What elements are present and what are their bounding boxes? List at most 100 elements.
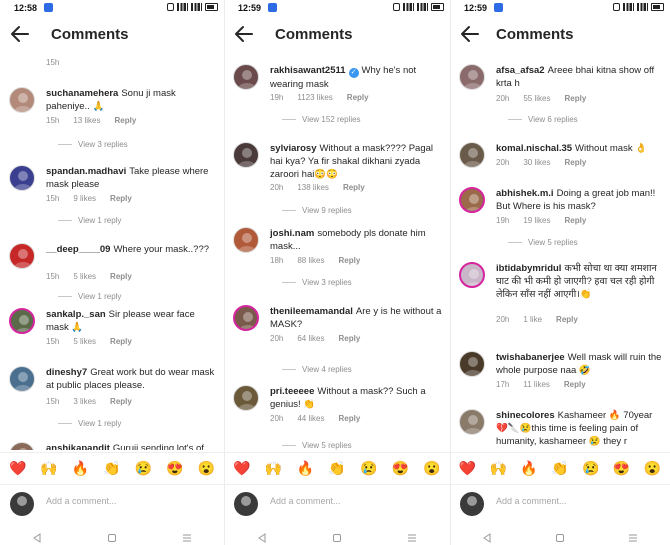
reply-button[interactable]: Reply [338,414,360,423]
view-replies-link[interactable]: View 152 replies [282,115,361,124]
comment-likes[interactable]: 138 likes [297,183,329,192]
comment-username[interactable]: anshikapandit [46,443,110,450]
comment-likes[interactable]: 13 likes [73,116,100,125]
emoji-button[interactable]: 🙌 [490,461,507,475]
comment-username[interactable]: suchanamehera [46,88,118,99]
emoji-button[interactable]: 🙌 [40,461,57,475]
comment-username[interactable]: pri.teeeee [270,386,314,397]
avatar[interactable] [9,243,35,269]
emoji-button[interactable]: ❤️ [233,461,250,475]
view-replies-link[interactable]: View 1 reply [58,292,121,301]
comment-username[interactable]: komal.nischal.35 [496,143,572,154]
comment-username[interactable]: twishabanerjee [496,352,565,363]
nav-recents-icon[interactable] [628,530,638,541]
comment-likes[interactable]: 1 like [523,315,542,324]
nav-recents-icon[interactable] [407,530,417,541]
reply-button[interactable]: Reply [338,334,360,343]
comment-likes[interactable]: 88 likes [297,256,324,265]
view-replies-link[interactable]: View 3 replies [58,140,128,149]
add-comment-input[interactable] [46,496,206,506]
reply-button[interactable]: Reply [556,315,578,324]
emoji-button[interactable]: 😍 [392,461,409,475]
add-comment-input[interactable] [270,496,430,506]
reply-button[interactable]: Reply [564,94,586,103]
reply-button[interactable]: Reply [564,158,586,167]
emoji-button[interactable]: 😮 [198,461,215,475]
comments-list[interactable]: 15h suchanamehera Sonu ji mask paheniye.. … [0,55,224,450]
comment-username[interactable]: joshi.nam [270,228,314,239]
comment-likes[interactable]: 19 likes [523,216,550,225]
avatar[interactable] [233,227,259,253]
reply-button[interactable]: Reply [347,93,369,102]
comment-likes[interactable]: 30 likes [523,158,550,167]
avatar[interactable] [233,305,259,331]
emoji-button[interactable]: 😢 [135,461,152,475]
comment-username[interactable]: sylviarosy [270,143,316,154]
back-arrow-icon[interactable] [234,25,254,43]
view-replies-link[interactable]: View 9 replies [282,206,352,215]
emoji-button[interactable]: 😢 [582,461,599,475]
avatar[interactable] [459,351,485,377]
emoji-button[interactable]: 🔥 [72,461,89,475]
emoji-button[interactable]: 😍 [613,461,630,475]
view-replies-link[interactable]: View 3 replies [282,278,352,287]
reply-button[interactable]: Reply [110,397,132,406]
emoji-button[interactable]: 😮 [423,461,440,475]
emoji-button[interactable]: 😢 [360,461,377,475]
comment-username[interactable]: ibtidabymridul [496,263,561,274]
comment-username[interactable]: abhishek.m.i [496,188,554,199]
comment-username[interactable]: rakhisawant2511 [270,65,346,76]
reply-button[interactable]: Reply [343,183,365,192]
back-arrow-icon[interactable] [460,25,480,43]
view-replies-link[interactable]: View 1 reply [58,216,121,225]
avatar[interactable] [9,165,35,191]
comments-list[interactable]: afsa_afsa2 Areee bhai kitna show off krta… [450,55,670,450]
avatar[interactable] [459,409,485,435]
reply-button[interactable]: Reply [110,194,132,203]
comment-likes[interactable]: 55 likes [523,94,550,103]
view-replies-link[interactable]: View 5 replies [508,238,578,247]
emoji-button[interactable]: 😍 [166,461,183,475]
avatar[interactable] [459,142,485,168]
comment-username[interactable]: thenileemamandal [270,306,353,317]
reply-button[interactable]: Reply [338,256,360,265]
comment-likes[interactable]: 5 likes [73,272,96,281]
comment-username[interactable]: afsa_afsa2 [496,65,545,76]
comment-username[interactable]: spandan.madhavi [46,166,126,177]
emoji-button[interactable]: 🙌 [265,461,282,475]
add-comment-input[interactable] [496,496,656,506]
back-arrow-icon[interactable] [10,25,30,43]
avatar[interactable] [9,87,35,113]
avatar[interactable] [459,262,485,288]
nav-back-icon[interactable] [257,530,267,543]
view-replies-link[interactable]: View 6 replies [508,115,578,124]
comment-likes[interactable]: 1123 likes [297,93,332,102]
emoji-button[interactable]: 👏 [328,461,345,475]
nav-recents-icon[interactable] [182,530,192,541]
emoji-button[interactable]: 👏 [103,461,120,475]
comments-list[interactable]: rakhisawant2511 ✓ Why he's not wearing mas… [224,55,450,450]
emoji-button[interactable]: ❤️ [459,461,476,475]
reply-button[interactable]: Reply [110,272,132,281]
nav-back-icon[interactable] [32,530,42,543]
avatar[interactable] [233,142,259,168]
emoji-button[interactable]: 😮 [644,461,661,475]
view-replies-link[interactable]: View 1 reply [58,419,121,428]
avatar[interactable] [459,187,485,213]
nav-home-icon[interactable] [555,530,565,542]
emoji-button[interactable]: ❤️ [9,461,26,475]
comment-likes[interactable]: 64 likes [297,334,324,343]
comment-likes[interactable]: 44 likes [297,414,324,423]
comment-likes[interactable]: 9 likes [73,194,96,203]
reply-button[interactable]: Reply [564,216,586,225]
avatar[interactable] [233,385,259,411]
comment-username[interactable]: shinecolores [496,410,555,421]
emoji-button[interactable]: 👏 [551,461,568,475]
avatar[interactable] [233,64,259,90]
avatar[interactable] [459,64,485,90]
reply-button[interactable]: Reply [564,380,586,389]
nav-home-icon[interactable] [107,530,117,542]
view-replies-link[interactable]: View 4 replies [282,365,352,374]
view-replies-link[interactable]: View 5 replies [282,441,352,450]
reply-button[interactable]: Reply [114,116,136,125]
